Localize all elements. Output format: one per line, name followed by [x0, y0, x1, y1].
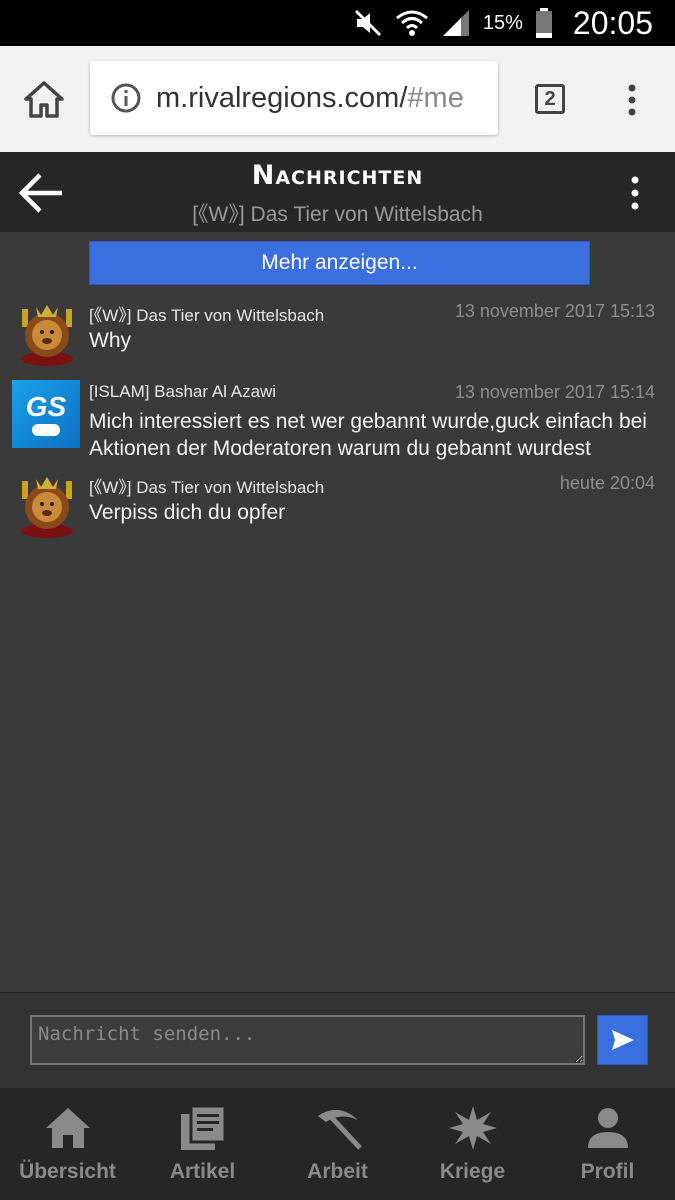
info-icon[interactable]	[110, 82, 142, 114]
message-item: GS [ISLAM] Bashar Al Azawi 13 november 2…	[0, 380, 675, 462]
status-icons: 15% 20:05	[353, 0, 653, 46]
compose-area	[0, 992, 675, 1089]
nav-label: Arbeit	[307, 1160, 368, 1183]
clock: 20:05	[572, 4, 653, 41]
url-path: #me	[407, 81, 464, 114]
battery-percent: 15%	[482, 11, 523, 34]
message-item: [《W》] Das Tier von Wittelsbach heute 20:…	[0, 473, 675, 543]
nav-item-overview[interactable]: Übersicht	[0, 1088, 135, 1200]
nav-item-articles[interactable]: Artikel	[135, 1088, 270, 1200]
message-time: 13 november 2017 15:14	[454, 382, 655, 402]
message-sender[interactable]: [《W》] Das Tier von Wittelsbach	[89, 473, 324, 498]
browser-toolbar: m.rivalregions.com/#me 2	[0, 46, 675, 152]
wifi-icon	[395, 10, 428, 36]
nav-item-profile[interactable]: Profil	[540, 1088, 675, 1200]
bottom-navigation: Übersicht Artikel Arbeit Kriege Profil	[0, 1088, 675, 1200]
lion-avatar[interactable]	[14, 301, 80, 367]
status-bar: 15% 20:05	[0, 0, 675, 46]
article-icon	[180, 1104, 226, 1150]
message-text: Verpiss dich du opfer	[89, 501, 286, 524]
nav-item-wars[interactable]: Kriege	[405, 1088, 540, 1200]
conversation-partner[interactable]: [《W》] Das Tier von Wittelsbach	[0, 198, 675, 228]
message-text: Mich interessiert es net wer gebannt wur…	[89, 410, 647, 460]
send-icon	[611, 1030, 634, 1050]
more-vert-icon[interactable]	[622, 80, 642, 120]
mute-icon	[354, 9, 381, 37]
app-header: Nachrichten [《W》] Das Tier von Wittelsba…	[0, 152, 675, 232]
gs-avatar[interactable]: GS	[12, 380, 80, 448]
nav-label: Übersicht	[19, 1160, 116, 1183]
message-sender[interactable]: [《W》] Das Tier von Wittelsbach	[89, 301, 324, 326]
message-time: 13 november 2017 15:13	[454, 301, 655, 321]
show-more-button[interactable]: Mehr anzeigen...	[89, 241, 590, 285]
battery-icon	[535, 8, 552, 38]
message-text: Why	[89, 329, 131, 352]
lion-avatar[interactable]	[14, 473, 80, 539]
pickaxe-icon	[317, 1109, 362, 1150]
gs-avatar-text: GS	[26, 391, 67, 422]
more-vert-icon[interactable]	[625, 172, 645, 214]
message-sender[interactable]: [ISLAM] Bashar Al Azawi	[89, 382, 276, 402]
page-title: Nachrichten	[251, 160, 424, 191]
address-bar[interactable]: m.rivalregions.com/#me	[90, 61, 498, 135]
nav-label: Artikel	[169, 1160, 236, 1183]
nav-label: Kriege	[439, 1160, 506, 1183]
message-time: heute 20:04	[559, 473, 655, 493]
home-icon[interactable]	[22, 78, 66, 122]
send-button[interactable]	[597, 1015, 648, 1065]
explosion-icon	[448, 1106, 497, 1150]
message-item: [《W》] Das Tier von Wittelsbach 13 novemb…	[0, 301, 675, 371]
tabs-icon[interactable]: 2	[535, 84, 565, 114]
url-text: m.rivalregions.com/#me	[156, 82, 464, 115]
home-icon	[45, 1108, 90, 1148]
nav-label: Profil	[580, 1160, 635, 1183]
signal-icon	[442, 10, 469, 36]
url-host: m.rivalregions.com/	[156, 81, 408, 114]
message-input[interactable]	[30, 1015, 585, 1065]
person-icon	[587, 1108, 628, 1148]
nav-item-work[interactable]: Arbeit	[270, 1088, 405, 1200]
